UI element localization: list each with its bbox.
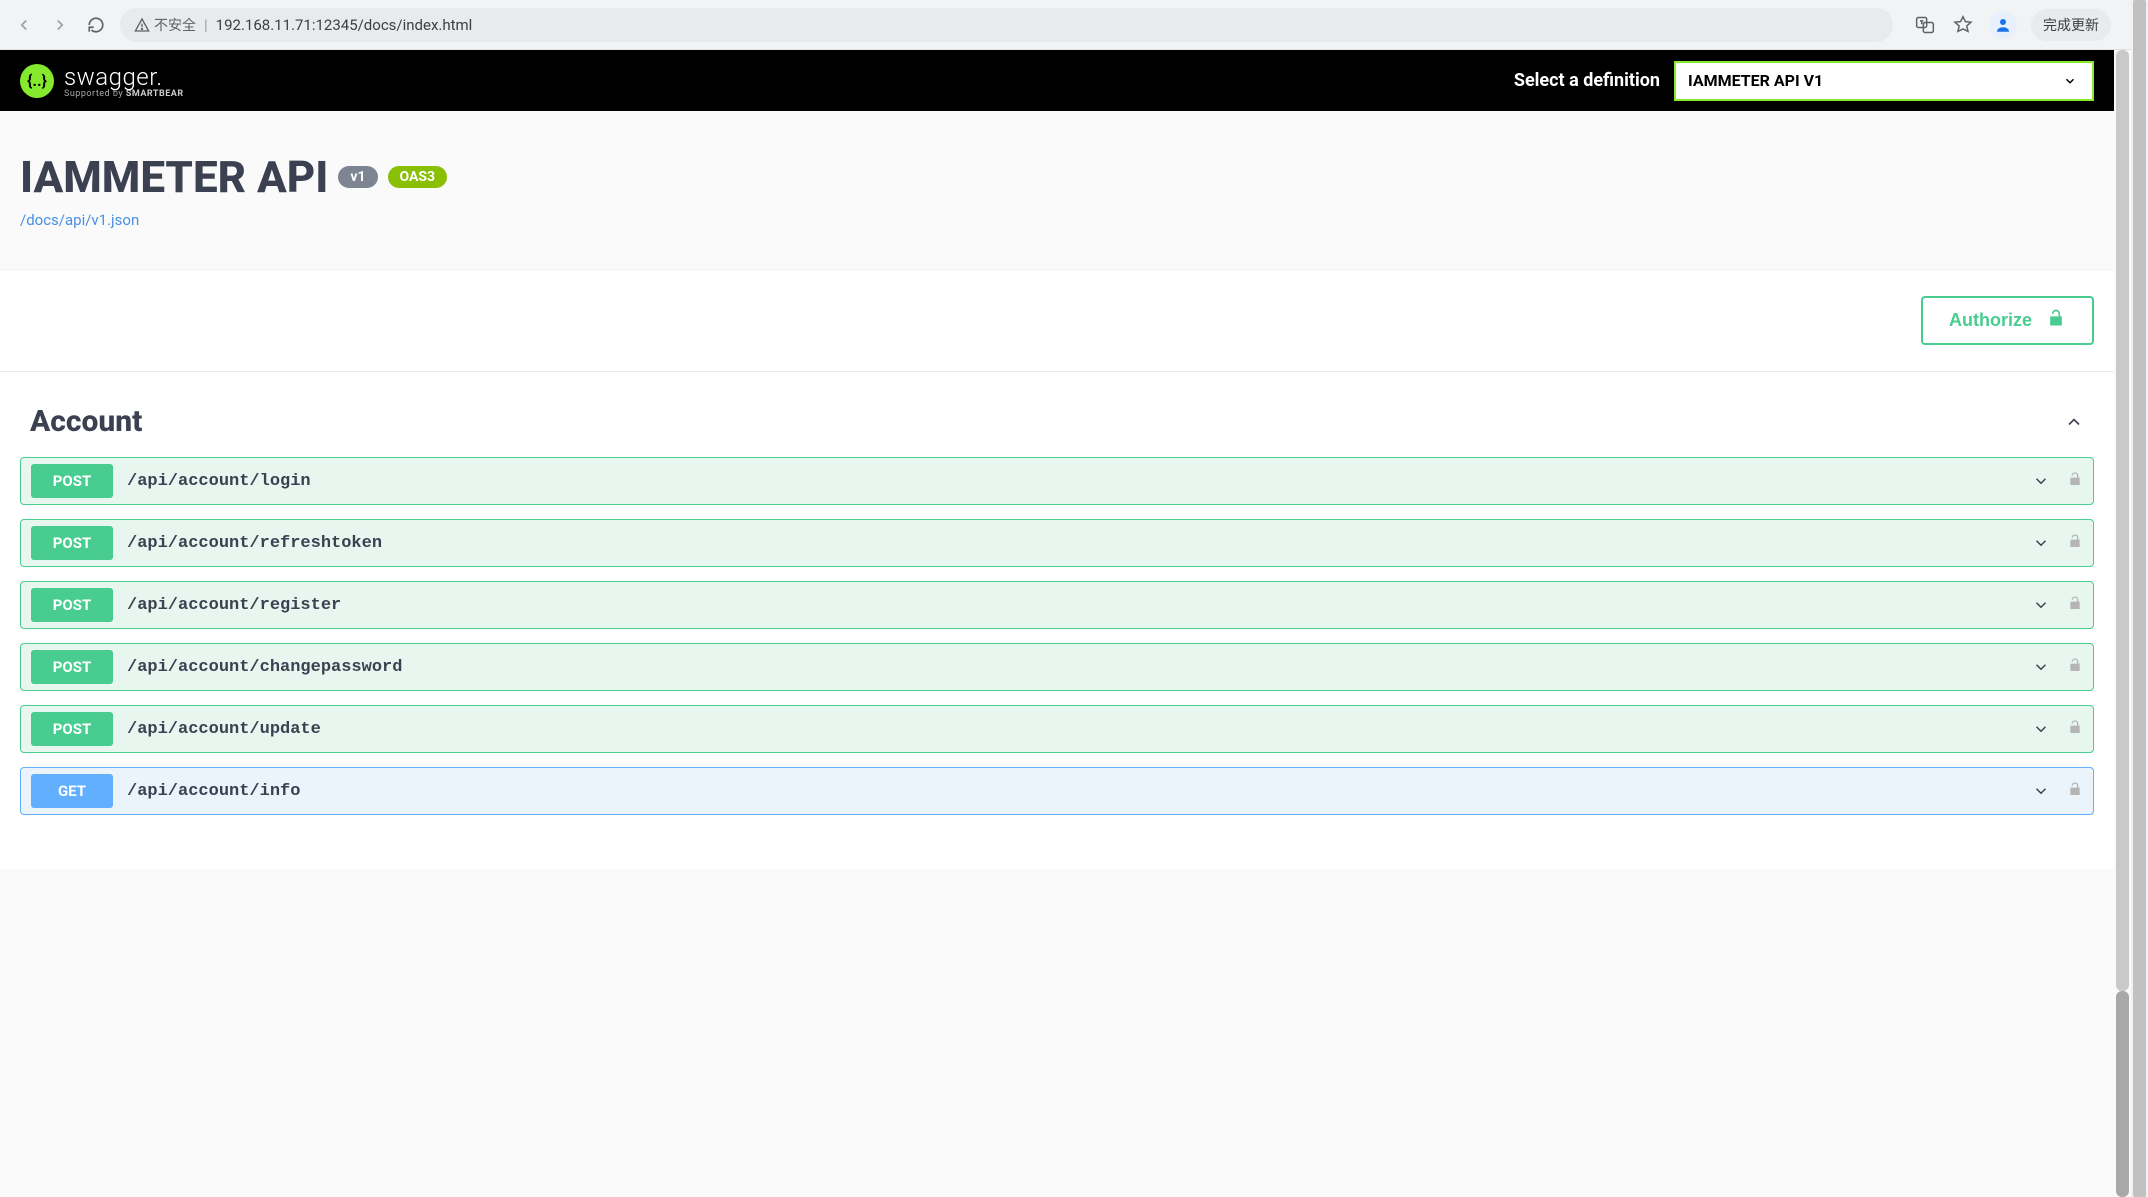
swagger-logo[interactable]: {..} swagger Supported by SMARTBEAR: [20, 63, 184, 99]
tag-header[interactable]: Account: [20, 392, 2094, 457]
operation-path: /api/account/changepassword: [127, 658, 2017, 677]
unlock-icon[interactable]: [2067, 781, 2083, 801]
unlock-icon[interactable]: [2067, 471, 2083, 491]
api-version-badge: v1: [338, 166, 377, 188]
swagger-topbar: {..} swagger Supported by SMARTBEAR Sele…: [0, 50, 2114, 111]
operation-path: /api/account/info: [127, 782, 2017, 801]
tag-section: Account POST /api/account/login POST /ap…: [0, 371, 2114, 869]
definition-selected: IAMMETER API V1: [1688, 71, 1823, 90]
api-oas-badge: OAS3: [388, 166, 448, 188]
chevron-down-icon: [2031, 781, 2051, 801]
authorize-label: Authorize: [1949, 310, 2032, 331]
operation-row[interactable]: GET /api/account/info: [20, 767, 2094, 815]
address-bar[interactable]: 不安全 | 192.168.11.71:12345/docs/index.htm…: [120, 8, 1893, 42]
update-label: 完成更新: [2043, 15, 2099, 35]
unlock-icon[interactable]: [2067, 595, 2083, 615]
api-title-text: IAMMETER API: [20, 151, 328, 203]
chevron-down-icon: [2060, 71, 2080, 91]
definition-select-label: Select a definition: [1514, 70, 1660, 91]
chevron-down-icon: [2031, 471, 2051, 491]
swagger-logo-icon: {..}: [20, 64, 54, 98]
http-method-badge: POST: [31, 712, 113, 746]
operation-row[interactable]: POST /api/account/register: [20, 581, 2094, 629]
outer-scroll-thumb[interactable]: [2133, 0, 2146, 1197]
outer-scrollbar[interactable]: [2131, 0, 2148, 1197]
http-method-badge: POST: [31, 650, 113, 684]
inner-scroll-thumb[interactable]: [2116, 50, 2129, 991]
reload-button[interactable]: [84, 13, 108, 37]
operation-row[interactable]: POST /api/account/refreshtoken: [20, 519, 2094, 567]
translate-icon[interactable]: [1913, 13, 1937, 37]
operation-row[interactable]: POST /api/account/changepassword: [20, 643, 2094, 691]
api-info: IAMMETER API v1 OAS3 /docs/api/v1.json: [0, 111, 2114, 269]
browser-update-button[interactable]: 完成更新: [2031, 9, 2111, 41]
brand-name: swagger: [64, 63, 163, 91]
operations-list: POST /api/account/login POST /api/accoun…: [20, 457, 2094, 815]
bookmark-star-icon[interactable]: [1951, 13, 1975, 37]
browser-toolbar: 不安全 | 192.168.11.71:12345/docs/index.htm…: [0, 0, 2131, 50]
forward-button[interactable]: [48, 13, 72, 37]
http-method-badge: POST: [31, 464, 113, 498]
chevron-down-icon: [2031, 657, 2051, 677]
operation-path: /api/account/update: [127, 720, 2017, 739]
authorize-button[interactable]: Authorize: [1921, 296, 2094, 345]
unlock-icon: [2046, 308, 2066, 333]
back-button[interactable]: [12, 13, 36, 37]
operation-path: /api/account/register: [127, 596, 2017, 615]
tag-name: Account: [30, 404, 142, 439]
operation-path: /api/account/login: [127, 472, 2017, 491]
http-method-badge: POST: [31, 588, 113, 622]
profile-avatar[interactable]: [1989, 11, 2017, 39]
operation-row[interactable]: POST /api/account/update: [20, 705, 2094, 753]
unlock-icon[interactable]: [2067, 719, 2083, 739]
scheme-section: Authorize: [0, 269, 2114, 371]
unlock-icon[interactable]: [2067, 657, 2083, 677]
http-method-badge: POST: [31, 526, 113, 560]
url-text: 192.168.11.71:12345/docs/index.html: [216, 16, 473, 34]
spec-link[interactable]: /docs/api/v1.json: [20, 211, 139, 229]
api-title: IAMMETER API v1 OAS3: [20, 151, 2094, 203]
chevron-down-icon: [2031, 595, 2051, 615]
insecure-label: 不安全: [154, 15, 196, 35]
definition-select[interactable]: IAMMETER API V1: [1674, 61, 2094, 101]
inner-scroll-thumb-alt[interactable]: [2116, 991, 2129, 1197]
operation-row[interactable]: POST /api/account/login: [20, 457, 2094, 505]
chevron-down-icon: [2031, 533, 2051, 553]
warning-icon: [134, 17, 150, 33]
chevron-down-icon: [2031, 719, 2051, 739]
operation-path: /api/account/refreshtoken: [127, 534, 2017, 553]
chevron-up-icon: [2064, 412, 2084, 432]
unlock-icon[interactable]: [2067, 533, 2083, 553]
http-method-badge: GET: [31, 774, 113, 808]
insecure-indicator: 不安全: [134, 15, 196, 35]
inner-scrollbar[interactable]: [2114, 50, 2131, 1197]
